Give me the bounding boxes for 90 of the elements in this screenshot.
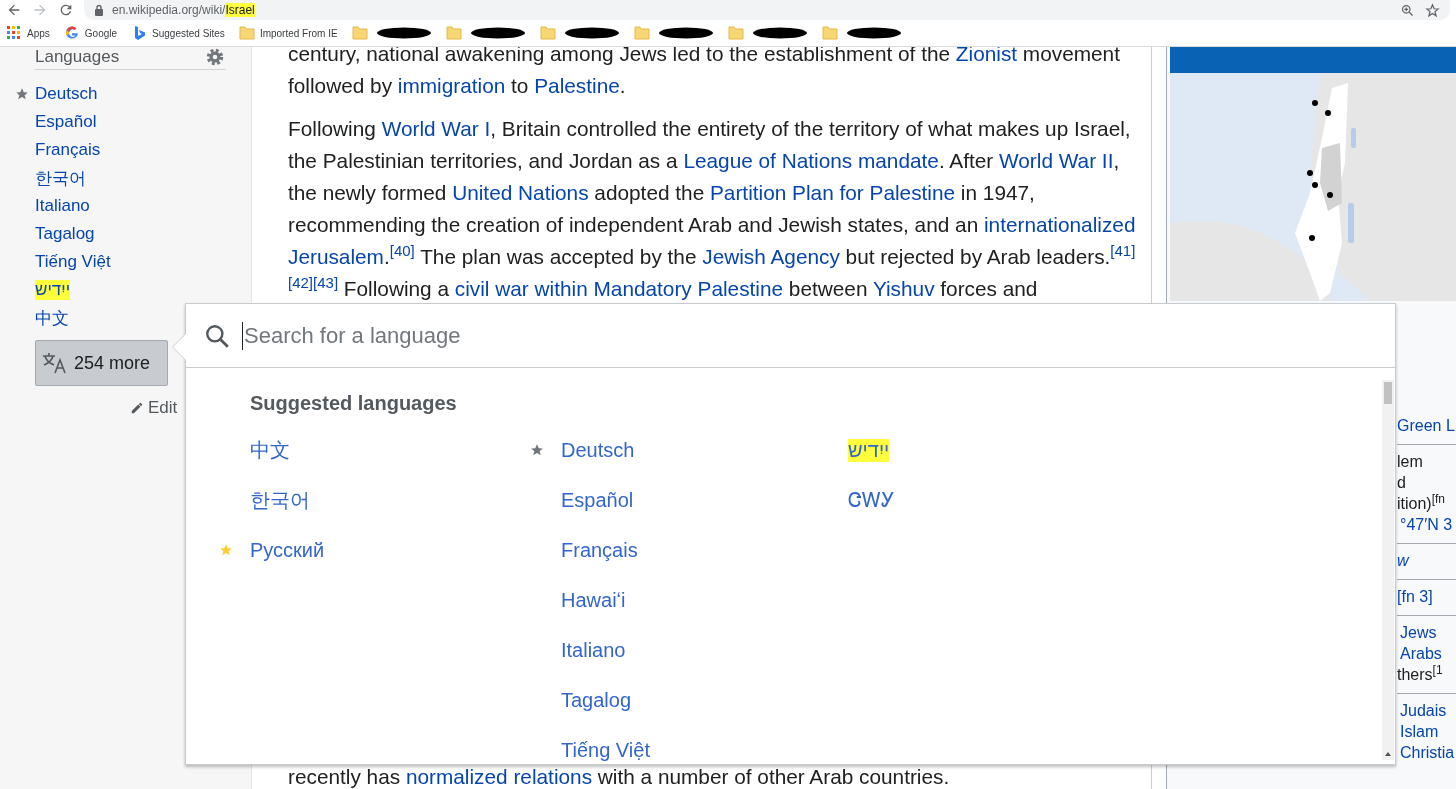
infobox-text: ition)$^{[fn}$: [1397, 493, 1447, 514]
article-link[interactable]: Partition Plan for Palestine: [710, 181, 956, 204]
language-link[interactable]: Русский: [250, 538, 325, 562]
language-link[interactable]: ייִדיש: [35, 280, 71, 300]
pencil-icon: [130, 401, 144, 415]
section-heading: Suggested languages: [250, 392, 458, 415]
redaction-mark: [563, 27, 620, 39]
reference-link[interactable]: [42]: [288, 274, 314, 292]
folder-icon[interactable]: [351, 25, 368, 41]
language-link[interactable]: Deutsch: [561, 438, 635, 462]
star-icon[interactable]: [1425, 2, 1440, 18]
language-link[interactable]: Español: [561, 488, 634, 512]
article-link[interactable]: immigration: [397, 74, 506, 97]
bookmark-item[interactable]: Suggested Sites: [131, 25, 225, 41]
language-link[interactable]: ᏣᎳᎩ: [848, 488, 895, 512]
infobox-link[interactable]: Green L: [1397, 415, 1456, 436]
language-link[interactable]: Italiano: [561, 638, 626, 662]
language-link[interactable]: Tiếng Việt: [35, 252, 111, 272]
language-link[interactable]: Tagalog: [561, 688, 632, 712]
infobox-link[interactable]: Judais: [1397, 700, 1456, 721]
article-paragraph: recently has normalized relations with a number of other Arab countries.: [288, 764, 951, 789]
sidebar-heading: Languages: [35, 47, 120, 67]
article-link[interactable]: World War I: [381, 117, 491, 140]
language-link[interactable]: Italiano: [35, 196, 90, 216]
more-languages-button[interactable]: 254 more: [35, 340, 168, 386]
language-link[interactable]: Tiếng Việt: [561, 738, 650, 762]
redaction-mark: [751, 27, 808, 39]
bookmark-item[interactable]: Apps: [6, 25, 50, 41]
article-link[interactable]: Palestine: [534, 74, 620, 97]
reload-button[interactable]: [58, 2, 74, 18]
apps-icon: [6, 25, 22, 41]
infobox-link[interactable]: [fn 3]: [1397, 586, 1456, 607]
reference-link[interactable]: [41]: [1110, 242, 1136, 260]
language-link[interactable]: 中文: [35, 306, 69, 330]
infobox-text: lem: [1397, 452, 1424, 472]
language-link[interactable]: Français: [561, 538, 638, 562]
infobox-text: thers$^{[1}$: [1397, 664, 1444, 685]
back-button[interactable]: [6, 2, 22, 18]
infobox-link[interactable]: w: [1397, 550, 1456, 571]
article-link[interactable]: Jewish Agency: [702, 245, 840, 268]
back-icon: [6, 2, 22, 18]
folder-icon[interactable]: [633, 25, 650, 41]
google-icon: [63, 25, 80, 41]
article-link[interactable]: World War II: [999, 149, 1114, 172]
search-icon: [204, 322, 230, 349]
article-link[interactable]: civil war within Mandatory Palestine: [454, 277, 784, 300]
language-link[interactable]: Español: [35, 112, 97, 132]
article-link[interactable]: United Nations: [452, 181, 589, 204]
language-link[interactable]: ייִדיש: [848, 438, 890, 462]
lock-icon: [94, 4, 104, 16]
zoom-icon[interactable]: [1400, 2, 1415, 18]
infobox-link[interactable]: Christia: [1397, 742, 1456, 763]
reference-link[interactable]: [43]: [313, 274, 339, 292]
article-link[interactable]: League of Nations mandate: [683, 149, 939, 172]
edit-links-link[interactable]: Edit: [130, 398, 178, 418]
infobox-link[interactable]: Jews: [1397, 622, 1456, 643]
infobox-link[interactable]: Islam: [1397, 721, 1456, 742]
article-link[interactable]: internationalized: [984, 213, 1136, 236]
language-link[interactable]: Français: [35, 140, 101, 160]
redaction-mark: [845, 27, 902, 39]
redaction-mark: [657, 27, 714, 39]
language-link[interactable]: 한국어: [35, 166, 86, 190]
bookmark-item[interactable]: Google: [63, 25, 118, 41]
search-field[interactable]: Search for a language: [242, 321, 1146, 350]
translate-icon: [42, 352, 68, 374]
language-link[interactable]: Tagalog: [35, 224, 95, 244]
folder-icon[interactable]: [539, 25, 556, 41]
folder-icon: [238, 25, 255, 41]
bookmark-item[interactable]: Imported From IE: [238, 25, 338, 41]
article-link[interactable]: normalized relations: [405, 765, 593, 788]
reload-icon: [58, 2, 74, 18]
folder-icon[interactable]: [821, 25, 838, 41]
infobox-link[interactable]: Arabs: [1397, 643, 1456, 664]
language-link[interactable]: 한국어: [250, 486, 310, 514]
language-link[interactable]: Deutsch: [35, 84, 98, 104]
forward-icon: [32, 2, 48, 18]
language-link[interactable]: Hawaiʻi: [561, 588, 626, 612]
language-link[interactable]: 中文: [250, 436, 290, 464]
infobox-link[interactable]: °47′N 3: [1397, 514, 1456, 535]
address-field[interactable]: en.wikipedia.org/wiki/Israel: [112, 3, 255, 17]
reference-link[interactable]: [40]: [389, 242, 415, 260]
folder-icon[interactable]: [445, 25, 462, 41]
scrollbar[interactable]: [1382, 380, 1394, 760]
settings-icon[interactable]: [204, 47, 226, 68]
folder-icon[interactable]: [727, 25, 744, 41]
redaction-mark: [375, 27, 432, 39]
article-link[interactable]: Jerusalem: [288, 245, 384, 268]
infobox-text: d: [1397, 473, 1407, 493]
redaction-mark: [469, 27, 526, 39]
article-link[interactable]: Yishuv: [872, 277, 935, 300]
